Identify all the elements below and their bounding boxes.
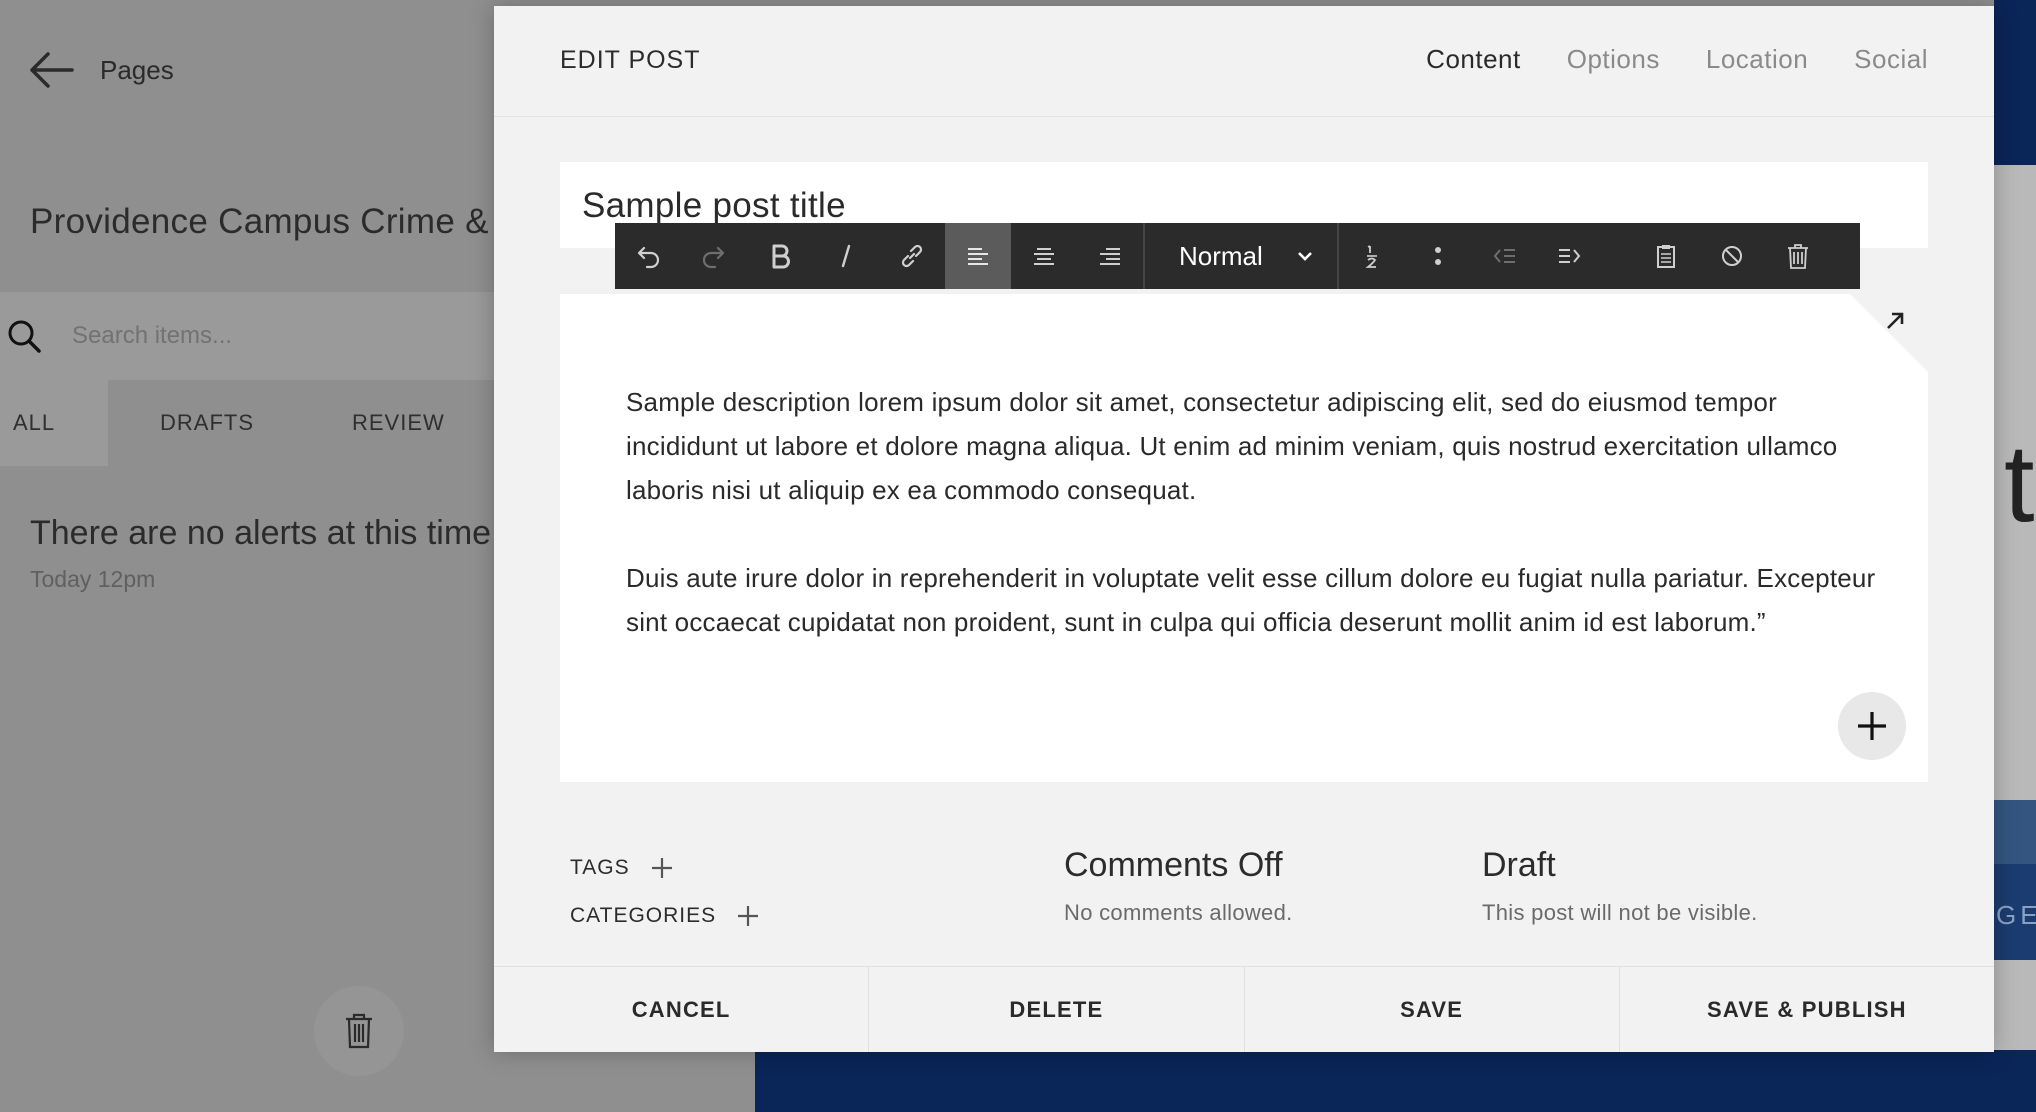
trash-icon	[346, 1013, 372, 1049]
tags-row: TAGS	[570, 856, 674, 880]
bullet-list-button[interactable]	[1405, 223, 1471, 289]
dialog-footer: CANCEL DELETE SAVE SAVE & PUBLISH	[494, 966, 1994, 1052]
bold-button[interactable]	[747, 223, 813, 289]
clear-format-icon	[1722, 246, 1742, 266]
tab-all[interactable]: ALL	[0, 380, 108, 466]
delete-block-button[interactable]	[1765, 223, 1831, 289]
align-right-button[interactable]	[1077, 223, 1143, 289]
expand-icon[interactable]	[1884, 310, 1906, 332]
edit-post-dialog: EDIT POST Content Options Location Socia…	[494, 6, 1994, 1052]
align-right-icon	[1100, 248, 1120, 265]
paste-icon	[1657, 245, 1675, 268]
categories-row: CATEGORIES	[570, 904, 760, 928]
background-header-block	[1994, 0, 2036, 165]
link-icon	[901, 244, 923, 268]
search-icon	[8, 320, 41, 353]
background-footer-block	[755, 1050, 2036, 1112]
status-setting-title[interactable]: Draft	[1482, 846, 1556, 885]
body-paragraph: Sample description lorem ipsum dolor sit…	[626, 387, 1838, 505]
undo-button[interactable]	[615, 223, 681, 289]
alert-item-title[interactable]: There are no alerts at this time	[30, 514, 494, 553]
back-to-pages-link[interactable]: Pages	[28, 50, 174, 90]
comments-setting-subtitle: No comments allowed.	[1064, 900, 1293, 925]
post-title-input[interactable]	[582, 186, 1882, 226]
undo-icon	[637, 246, 660, 269]
add-category-plus-icon[interactable]	[736, 904, 760, 928]
bullet-list-icon	[1435, 247, 1441, 265]
align-left-button[interactable]	[945, 223, 1011, 289]
tags-label: TAGS	[570, 856, 630, 879]
delete-button[interactable]: DELETE	[869, 967, 1245, 1052]
dialog-title: EDIT POST	[560, 46, 701, 74]
back-label: Pages	[100, 54, 174, 85]
paste-button[interactable]	[1633, 223, 1699, 289]
numbered-list-button[interactable]	[1339, 223, 1405, 289]
dialog-tabs: Content Options Location Social	[1426, 44, 1928, 75]
chevron-down-icon	[1298, 252, 1312, 261]
save-and-publish-button[interactable]: SAVE & PUBLISH	[1620, 967, 1994, 1052]
align-left-icon	[968, 248, 988, 265]
plus-icon	[1858, 712, 1886, 740]
indent-icon	[1559, 249, 1581, 263]
filter-tabs: ALL DRAFTS REVIEW	[0, 380, 494, 466]
tab-drafts[interactable]: DRAFTS	[160, 380, 254, 466]
indent-button[interactable]	[1537, 223, 1603, 289]
background-button-fragment: GET	[1994, 864, 2036, 960]
trash-button[interactable]	[314, 986, 404, 1076]
arrow-left-icon	[30, 52, 74, 88]
dialog-header: EDIT POST Content Options Location Socia…	[494, 6, 1994, 117]
paragraph-format-select[interactable]: Normal	[1145, 223, 1337, 289]
body-paragraph: Duis aute irure dolor in reprehenderit i…	[626, 563, 1876, 637]
status-setting-subtitle: This post will not be visible.	[1482, 900, 1758, 925]
alert-item-time: Today 12pm	[30, 566, 156, 592]
site-title: Providence Campus Crime & Safety	[30, 202, 500, 241]
italic-icon	[841, 244, 851, 268]
post-body-text[interactable]: Sample description lorem ipsum dolor sit…	[626, 380, 1886, 644]
numbered-list-icon	[1365, 245, 1377, 268]
add-tag-plus-icon[interactable]	[650, 856, 674, 880]
post-body-editor[interactable]: Sample description lorem ipsum dolor sit…	[560, 294, 1928, 782]
redo-button[interactable]	[681, 223, 747, 289]
search-bar	[0, 292, 494, 380]
tab-social[interactable]: Social	[1854, 44, 1928, 75]
italic-button[interactable]	[813, 223, 879, 289]
redo-icon	[702, 246, 725, 269]
save-button[interactable]: SAVE	[1245, 967, 1620, 1052]
outdent-button[interactable]	[1471, 223, 1537, 289]
tab-options[interactable]: Options	[1567, 44, 1660, 75]
comments-setting-title[interactable]: Comments Off	[1064, 846, 1283, 885]
categories-label: CATEGORIES	[570, 904, 717, 927]
background-heading-fragment: t	[2004, 422, 2035, 545]
format-label: Normal	[1179, 240, 1263, 271]
tab-content[interactable]: Content	[1426, 44, 1521, 75]
formatting-toolbar: Normal	[615, 223, 1860, 289]
cancel-button[interactable]: CANCEL	[494, 967, 870, 1052]
search-input[interactable]	[72, 322, 452, 350]
align-center-icon	[1034, 248, 1054, 265]
clear-format-button[interactable]	[1699, 223, 1765, 289]
outdent-icon	[1493, 249, 1515, 263]
link-button[interactable]	[879, 223, 945, 289]
corner-fold	[1850, 294, 1928, 372]
align-center-button[interactable]	[1011, 223, 1077, 289]
bold-icon	[772, 244, 790, 269]
background-block	[1994, 800, 2036, 864]
tab-review[interactable]: REVIEW	[352, 380, 445, 466]
trash-icon	[1788, 244, 1808, 269]
tab-location[interactable]: Location	[1706, 44, 1808, 75]
add-block-button[interactable]	[1838, 692, 1906, 760]
